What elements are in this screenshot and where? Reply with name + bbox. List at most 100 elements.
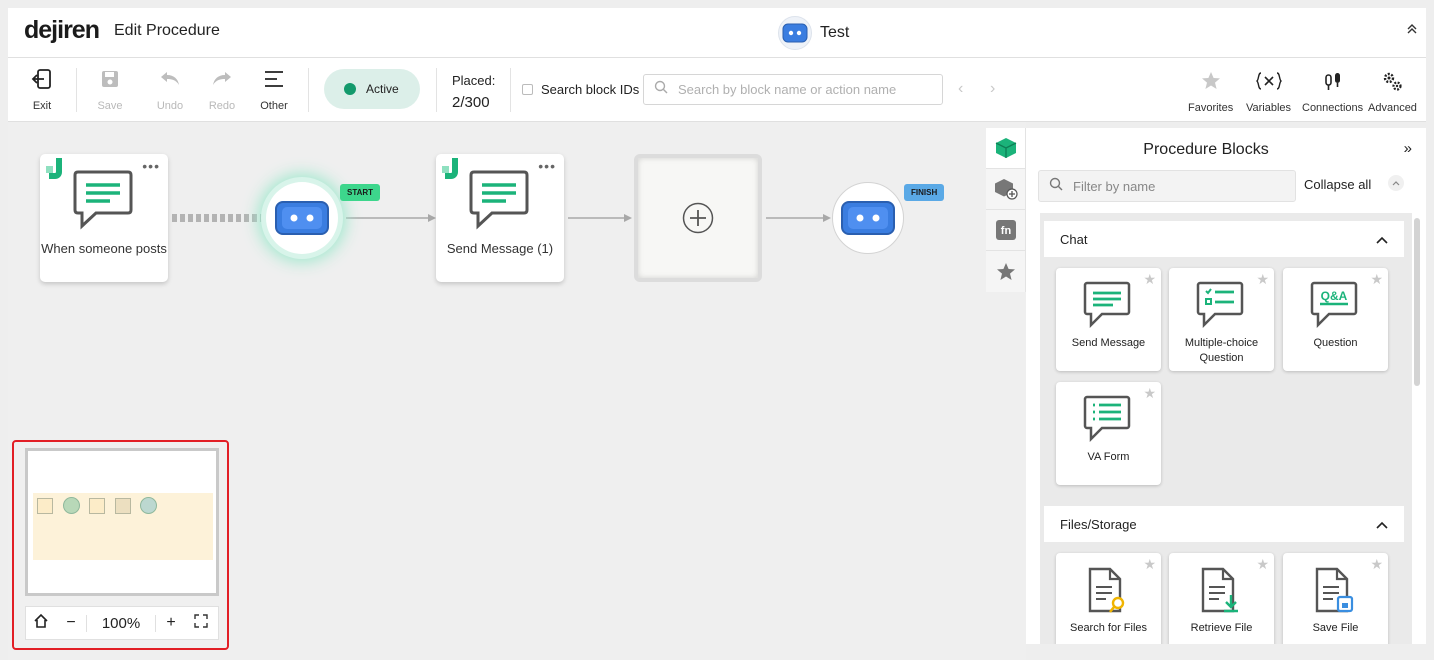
collapse-all-button[interactable]: Collapse all — [1304, 177, 1371, 192]
prev-result-arrow[interactable]: ‹ — [958, 80, 963, 98]
minimap-node — [63, 497, 80, 514]
toolbar-divider — [436, 68, 437, 112]
dejiren-flag-icon — [46, 158, 64, 185]
gears-icon — [1368, 68, 1417, 94]
favorites-label: Favorites — [1188, 102, 1234, 114]
zoom-in-button[interactable]: + — [156, 614, 186, 632]
other-button[interactable]: Other — [248, 66, 300, 112]
redo-icon — [196, 66, 248, 92]
bot-icon — [841, 201, 895, 235]
star-icon[interactable]: ★ — [1370, 271, 1383, 288]
block-search-input[interactable] — [678, 82, 918, 97]
block-label: Multiple-choice Question — [1184, 337, 1259, 364]
double-chevron-up-icon[interactable] — [1406, 22, 1418, 40]
block-label: VA Form — [1087, 451, 1130, 463]
expand-panel-icon[interactable]: » — [1404, 140, 1412, 157]
status-toggle[interactable]: Active — [324, 69, 420, 109]
file-search-icon — [1086, 567, 1130, 620]
fit-screen-icon[interactable] — [186, 613, 216, 633]
block-label: Save File — [1312, 622, 1359, 634]
block-question[interactable]: ★ Q&A Question — [1283, 268, 1388, 371]
placed-count: 2/300 — [452, 94, 490, 111]
filter-input[interactable] — [1073, 178, 1273, 194]
minimap-view[interactable] — [25, 448, 219, 596]
panel-side-tabs: fn — [986, 128, 1026, 292]
save-icon — [84, 66, 136, 92]
page-title: Edit Procedure — [114, 22, 220, 39]
panel-title: Procedure Blocks — [1143, 141, 1269, 158]
block-send-message[interactable]: ★ Send Message — [1056, 268, 1161, 371]
search-block-ids-checkbox[interactable] — [522, 84, 533, 95]
advanced-button[interactable]: Advanced — [1368, 68, 1417, 114]
other-label: Other — [260, 100, 288, 112]
panel-scrollbar[interactable] — [1414, 218, 1420, 386]
undo-button[interactable]: Undo — [144, 66, 196, 112]
connections-button[interactable]: Connections — [1302, 68, 1363, 114]
category-header-files-storage[interactable]: Files/Storage — [1044, 506, 1404, 542]
redo-button[interactable]: Redo — [196, 66, 248, 112]
chevron-up-icon — [1376, 232, 1388, 247]
next-result-arrow[interactable]: › — [990, 80, 995, 98]
block-save-file[interactable]: ★ Save File — [1283, 553, 1388, 644]
send-message-node[interactable]: ••• Send Message (1) — [436, 154, 564, 282]
plus-circle-icon — [682, 202, 714, 239]
bot-name: Test — [820, 24, 850, 41]
filter-box — [1038, 170, 1296, 202]
node-more-icon[interactable]: ••• — [142, 158, 160, 174]
dejiren-logo[interactable]: dejiren — [24, 16, 100, 45]
toolbar-divider — [510, 68, 511, 112]
star-icon[interactable]: ★ — [1143, 385, 1156, 402]
search-block-ids-option: Search block IDs — [522, 82, 639, 97]
star-icon[interactable]: ★ — [1256, 271, 1269, 288]
favorites-star-icon[interactable] — [986, 251, 1025, 292]
exit-button[interactable]: Exit — [16, 66, 68, 112]
status-label: Active — [366, 82, 399, 96]
qa-message-icon: Q&A — [1310, 280, 1358, 333]
minimap-panel: − 100% + — [12, 440, 229, 650]
flow-canvas[interactable]: ••• When someone posts START ••• Send Me… — [8, 122, 1026, 660]
add-block-placeholder[interactable] — [634, 154, 762, 282]
add-package-icon[interactable] — [986, 169, 1025, 210]
finish-bot-node[interactable] — [832, 182, 904, 254]
block-multiple-choice-question[interactable]: ★ Multiple-choice Question — [1169, 268, 1274, 371]
variable-x-icon — [1246, 68, 1291, 94]
block-search-for-files[interactable]: ★ Search for Files — [1056, 553, 1161, 644]
star-icon[interactable]: ★ — [1370, 556, 1383, 573]
block-retrieve-file[interactable]: ★ Retrieve File — [1169, 553, 1274, 644]
placed-counter: Placed: 2/300 — [452, 70, 495, 114]
toolbar-divider — [308, 68, 309, 112]
minimap-node — [37, 498, 53, 514]
blocks-list[interactable]: Chat ★ Send Message ★ Multiple-choice Qu… — [1040, 213, 1412, 644]
star-icon[interactable]: ★ — [1143, 271, 1156, 288]
checklist-message-icon — [1196, 280, 1244, 333]
undo-icon — [144, 66, 196, 92]
save-label: Save — [97, 100, 123, 112]
variables-label: Variables — [1246, 102, 1292, 114]
star-icon[interactable]: ★ — [1256, 556, 1269, 573]
zoom-level: 100% — [86, 614, 156, 632]
variables-button[interactable]: Variables — [1246, 68, 1291, 114]
bot-avatar-icon — [778, 16, 812, 50]
trigger-node[interactable]: ••• When someone posts — [40, 154, 168, 282]
app-header: dejiren Edit Procedure Test — [8, 8, 1426, 58]
category-header-chat[interactable]: Chat — [1044, 221, 1404, 257]
save-button[interactable]: Save — [84, 66, 136, 112]
node-more-icon[interactable]: ••• — [538, 158, 556, 174]
block-label: Question — [1313, 337, 1358, 349]
minimap-node — [89, 498, 105, 514]
category-name: Chat — [1060, 231, 1088, 247]
star-icon[interactable]: ★ — [1143, 556, 1156, 573]
function-icon[interactable]: fn — [986, 210, 1025, 251]
connections-icon — [1302, 68, 1363, 94]
start-bot-node[interactable] — [266, 182, 338, 254]
chat-message-icon — [72, 168, 134, 235]
home-icon[interactable] — [26, 613, 56, 634]
blocks-cube-icon[interactable] — [986, 128, 1025, 169]
placed-label: Placed: — [452, 73, 496, 88]
zoom-out-button[interactable]: − — [56, 614, 86, 632]
block-va-form[interactable]: ★ VA Form — [1056, 382, 1161, 485]
block-search-box — [643, 74, 943, 105]
chevron-up-icon[interactable] — [1388, 175, 1404, 191]
favorites-button[interactable]: Favorites — [1188, 68, 1233, 114]
finish-tag: FINISH — [904, 184, 945, 201]
